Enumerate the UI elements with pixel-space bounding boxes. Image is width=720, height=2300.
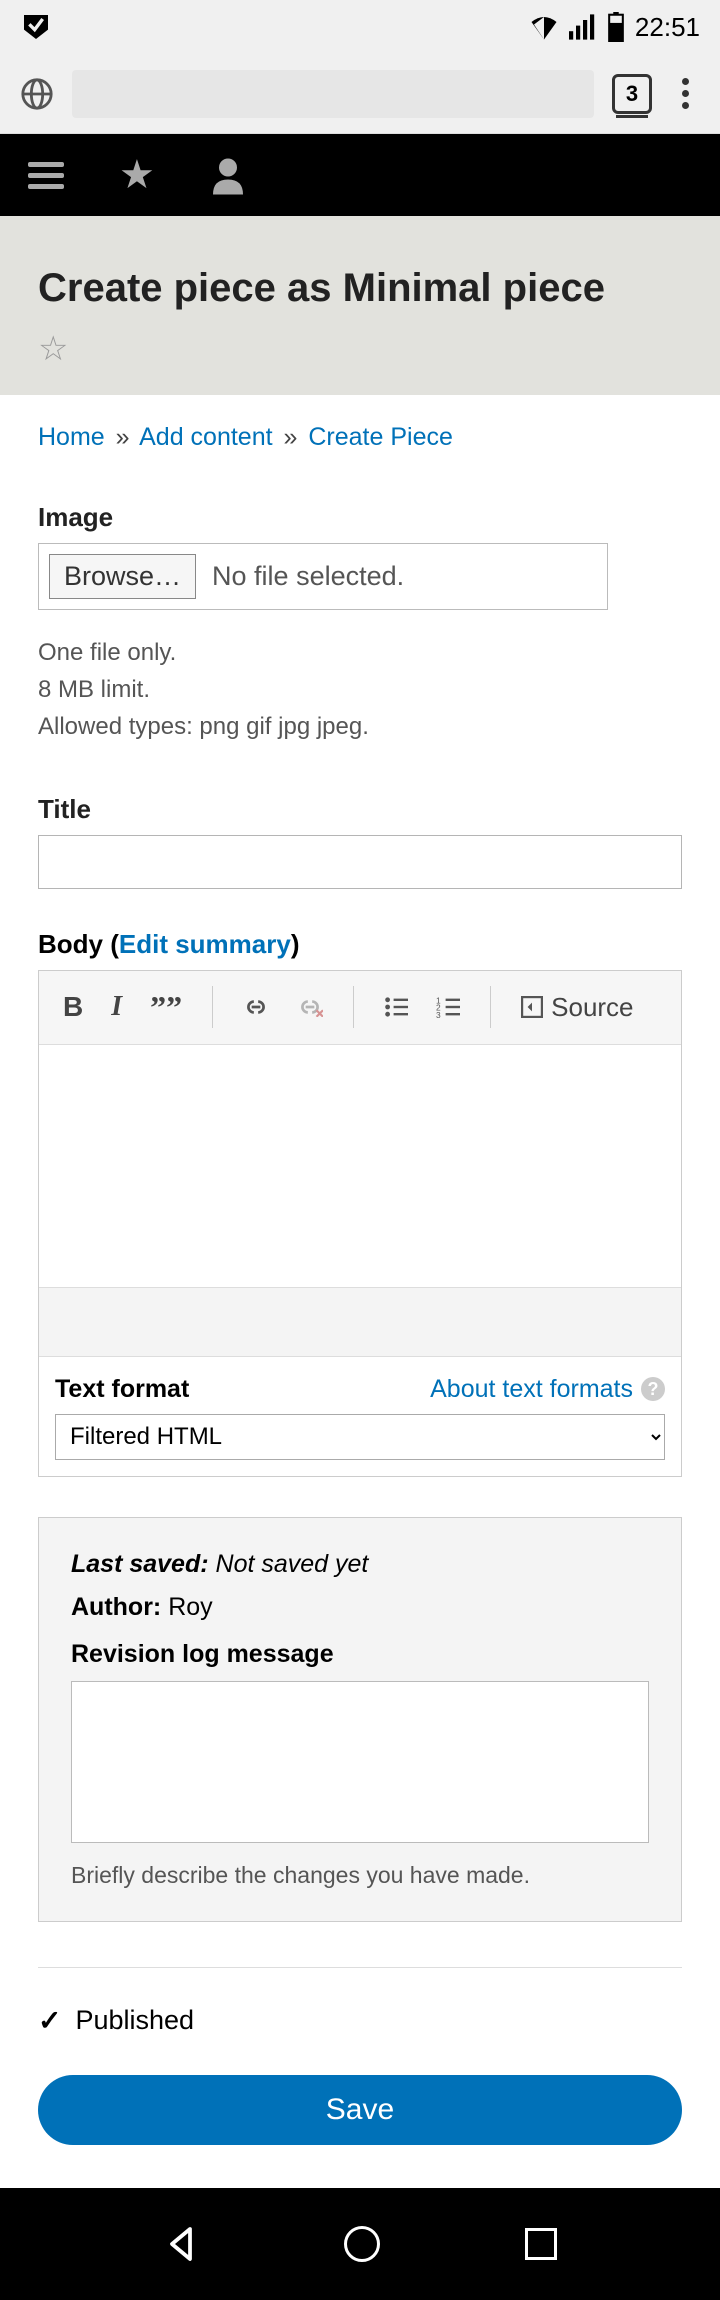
check-icon: ✓ <box>38 2004 61 2037</box>
toolbar-separator <box>353 986 354 1028</box>
svg-text:3: 3 <box>436 1010 441 1018</box>
breadcrumb-sep: » <box>284 423 298 451</box>
user-icon[interactable] <box>210 155 246 195</box>
help-icon: ? <box>641 1377 665 1401</box>
browser-chrome: 3 <box>0 54 720 134</box>
body-editor: B I ”” 123 Source <box>38 970 682 1477</box>
about-text-formats-link[interactable]: About text formats ? <box>430 1375 665 1404</box>
constraint-line: One file only. <box>38 634 682 671</box>
toolbar-separator <box>212 986 213 1028</box>
hamburger-icon[interactable] <box>28 162 64 189</box>
revision-log-label: Revision log message <box>71 1640 649 1669</box>
text-format-row: Text format About text formats ? <box>39 1357 681 1414</box>
link-button[interactable] <box>237 997 275 1017</box>
constraint-line: Allowed types: png gif jpg jpeg. <box>38 708 682 745</box>
image-file-input[interactable]: Browse… No file selected. <box>38 543 608 610</box>
bold-button[interactable]: B <box>57 991 89 1023</box>
status-time: 22:51 <box>635 12 700 43</box>
page-header: Create piece as Minimal piece ☆ <box>0 216 720 395</box>
revision-log-help: Briefly describe the changes you have ma… <box>71 1862 649 1889</box>
app-badge-icon <box>20 11 52 43</box>
published-label: Published <box>75 2005 194 2036</box>
address-bar[interactable] <box>72 70 594 118</box>
italic-button[interactable]: I <box>105 991 128 1023</box>
save-button[interactable]: Save <box>38 2075 682 2145</box>
tab-count-value: 3 <box>626 81 638 107</box>
breadcrumb-home[interactable]: Home <box>38 423 105 451</box>
app-top-bar: ★ <box>0 134 720 216</box>
body-label-suffix: ) <box>291 929 300 959</box>
about-text-formats-label: About text formats <box>430 1375 633 1404</box>
title-field-label: Title <box>38 794 682 825</box>
revision-log-textarea[interactable] <box>71 1681 649 1843</box>
image-field-label: Image <box>38 502 682 533</box>
title-input[interactable] <box>38 835 682 889</box>
favorite-star-icon[interactable]: ☆ <box>38 330 68 368</box>
breadcrumb-add-content[interactable]: Add content <box>139 423 272 451</box>
constraint-line: 8 MB limit. <box>38 671 682 708</box>
author-key: Author: <box>71 1593 161 1621</box>
revision-info-box: Last saved: Not saved yet Author: Roy Re… <box>38 1517 682 1922</box>
numbered-list-button[interactable]: 123 <box>430 996 466 1018</box>
toolbar-separator <box>490 986 491 1028</box>
main-content: Home » Add content » Create Piece Image … <box>0 395 720 2195</box>
divider <box>38 1967 682 1968</box>
editor-toolbar: B I ”” 123 Source <box>39 971 681 1045</box>
source-button-label: Source <box>551 992 633 1023</box>
star-icon[interactable]: ★ <box>119 152 155 198</box>
last-saved-value: Not saved yet <box>216 1550 369 1578</box>
globe-icon[interactable] <box>20 77 54 111</box>
breadcrumb: Home » Add content » Create Piece <box>38 423 682 452</box>
source-button[interactable]: Source <box>515 992 639 1023</box>
tab-count-button[interactable]: 3 <box>612 74 652 114</box>
blockquote-button[interactable]: ”” <box>144 989 188 1026</box>
author-value: Roy <box>168 1593 212 1621</box>
body-textarea[interactable] <box>39 1045 681 1287</box>
bulleted-list-button[interactable] <box>378 996 414 1018</box>
unlink-button[interactable] <box>291 997 329 1017</box>
browser-menu-icon[interactable] <box>670 74 700 114</box>
android-nav-bar <box>0 2188 720 2300</box>
breadcrumb-sep: » <box>116 423 130 451</box>
text-format-label: Text format <box>55 1375 189 1404</box>
back-button[interactable] <box>163 2226 199 2262</box>
editor-status-bar <box>39 1287 681 1357</box>
browse-button[interactable]: Browse… <box>49 554 196 599</box>
body-field-label: Body (Edit summary) <box>38 929 682 960</box>
text-format-select[interactable]: Filtered HTML <box>55 1414 665 1460</box>
wifi-icon <box>529 14 559 40</box>
upload-constraints: One file only. 8 MB limit. Allowed types… <box>38 634 682 746</box>
android-status-bar: 22:51 <box>0 0 720 54</box>
page-title: Create piece as Minimal piece <box>38 266 682 311</box>
battery-icon <box>607 12 625 42</box>
file-status-text: No file selected. <box>212 561 404 592</box>
body-label-prefix: Body ( <box>38 929 119 959</box>
edit-summary-link[interactable]: Edit summary <box>119 929 291 959</box>
cell-signal-icon <box>569 14 597 40</box>
published-checkbox-row[interactable]: ✓ Published <box>38 2004 682 2037</box>
last-saved-key: Last saved: <box>71 1550 209 1578</box>
home-button[interactable] <box>344 2226 380 2262</box>
recents-button[interactable] <box>525 2228 557 2260</box>
breadcrumb-create-piece[interactable]: Create Piece <box>308 423 453 451</box>
